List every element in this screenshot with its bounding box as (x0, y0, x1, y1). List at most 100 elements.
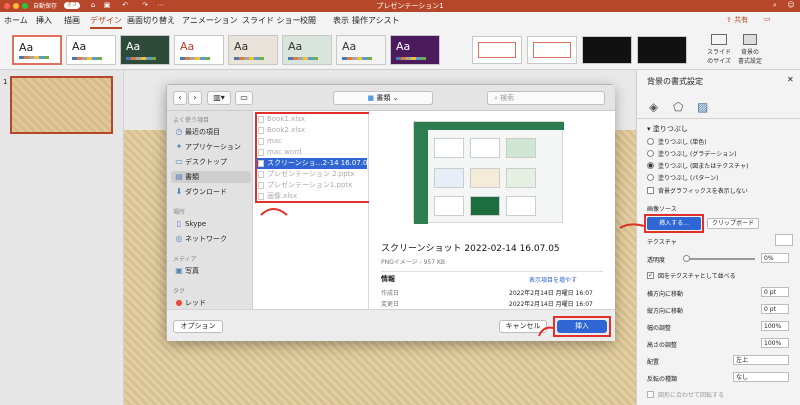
options-button[interactable]: オプション (173, 320, 223, 333)
fill-option-radio-4[interactable] (647, 174, 654, 181)
theme-2[interactable]: Aa (66, 35, 116, 65)
variant-2[interactable] (527, 36, 577, 64)
fill-icon[interactable]: ◈ (649, 100, 658, 114)
scale-y-input[interactable]: 100% (761, 338, 789, 348)
tab-5[interactable]: 画面切り替え (127, 15, 175, 29)
search-icon[interactable]: ⌕ (770, 1, 780, 10)
comment-icon[interactable]: ▭ (764, 15, 771, 23)
info-label: 作成日 (381, 290, 400, 297)
alignment-select[interactable]: 左上 (733, 355, 789, 365)
tab-1[interactable]: ホーム (4, 15, 28, 29)
save-icon[interactable]: ▣ (102, 1, 112, 10)
fill-option-radio-2[interactable] (647, 150, 654, 157)
tab-7[interactable]: スライド ショー (242, 15, 301, 29)
theme-4[interactable]: Aa (174, 35, 224, 65)
picture-icon[interactable]: ▨ (697, 100, 708, 114)
theme-5[interactable]: Aa (228, 35, 278, 65)
tab-2[interactable]: 挿入 (36, 15, 52, 29)
dialog-sidebar: よく使う項目 ◷ 最近の項目 ✦ アプリケーション ▭ デスクトップ ▤ 書類 ⬇ ダウンロード 場所… (167, 111, 253, 322)
fill-section-header[interactable]: ▾ 塗りつぶし (647, 124, 688, 134)
transparency-slider[interactable] (685, 258, 755, 260)
autosave-toggle[interactable]: オフ (64, 2, 80, 9)
tab-9[interactable]: 表示 (333, 15, 349, 29)
sidebar-item-favorites-4[interactable]: ▤ 書類 (171, 171, 251, 183)
tab-6[interactable]: アニメーション (182, 15, 238, 29)
sidebar-item-label: レッド (185, 299, 206, 307)
sidebar-item-label: ネットワーク (185, 235, 227, 243)
tab-8[interactable]: 校閲 (300, 15, 316, 29)
offset-x-input[interactable]: 0 pt (761, 287, 789, 297)
sidebar-item-locations-2[interactable]: ◎ ネットワーク (171, 233, 251, 245)
variant-3[interactable] (582, 36, 632, 64)
theme-6[interactable]: Aa (282, 35, 332, 65)
sidebar-item-tags-1[interactable]: ● レッド (171, 297, 251, 309)
scale-y-label: 高さの調整 (647, 342, 678, 349)
theme-color-bars (72, 57, 102, 60)
hide-bg-graphics-checkbox[interactable] (647, 187, 654, 194)
close-window-button[interactable] (4, 3, 10, 9)
fill-option-label-4: 塗りつぶし (パターン) (658, 175, 719, 182)
variant-4[interactable] (637, 36, 687, 64)
theme-1[interactable]: Aa (12, 35, 62, 65)
sidebar-item-media-1[interactable]: ▣ 写真 (171, 265, 251, 277)
new-folder-icon[interactable]: ▭ (235, 91, 253, 105)
effects-icon[interactable]: ⬠ (673, 100, 683, 114)
tab-4[interactable]: デザイン (90, 15, 122, 29)
divider (381, 271, 603, 272)
download-icon: ⬇ (175, 187, 183, 196)
undo-icon[interactable]: ↶ (120, 1, 130, 10)
sidebar-item-label: 書類 (185, 173, 199, 181)
view-mode-button[interactable]: ▥▾ (207, 91, 231, 105)
fill-option-radio-1[interactable] (647, 138, 654, 145)
document-icon: ▤ (175, 172, 183, 181)
rotate-with-shape-checkbox[interactable] (647, 391, 654, 398)
slide-size-button[interactable]: スライド のサイズ (706, 34, 732, 65)
folder-dropdown[interactable]: ■ 書類 ⌄ (333, 91, 433, 105)
texture-picker[interactable] (775, 234, 793, 246)
tab-10[interactable]: 操作アシスト (352, 15, 400, 29)
tile-checkbox[interactable]: ✓ (647, 272, 654, 279)
theme-3[interactable]: Aa (120, 35, 170, 65)
annotation-arrow (260, 208, 288, 216)
sidebar-item-locations-1[interactable]: ▯ Skype (171, 218, 251, 230)
variant-1[interactable] (472, 36, 522, 64)
sidebar-item-favorites-2[interactable]: ✦ アプリケーション (171, 141, 251, 153)
theme-label: Aa (396, 40, 411, 53)
slide-size-icon (711, 34, 727, 45)
sidebar-item-favorites-5[interactable]: ⬇ ダウンロード (171, 186, 251, 198)
home-icon[interactable]: ⌂ (88, 1, 98, 10)
tab-3[interactable]: 描画 (64, 15, 80, 29)
clipboard-button[interactable]: クリップボード (707, 218, 759, 229)
zoom-window-button[interactable] (22, 3, 28, 9)
transparency-input[interactable]: 0% (761, 253, 789, 263)
sidebar-item-favorites-1[interactable]: ◷ 最近の項目 (171, 126, 251, 138)
offset-y-input[interactable]: 0 pt (761, 304, 789, 314)
slide-thumbnail[interactable] (10, 76, 113, 134)
theme-7[interactable]: Aa (336, 35, 386, 65)
more-icon[interactable]: ⋯ (156, 1, 166, 10)
back-button[interactable]: ‹ (173, 91, 187, 105)
mirror-type-select[interactable]: なし (733, 372, 789, 382)
close-icon[interactable]: ✕ (787, 75, 794, 84)
theme-8[interactable]: Aa (390, 35, 440, 65)
fill-option-label-3: 塗りつぶし (図またはテクスチャ) (658, 163, 749, 170)
redo-icon[interactable]: ↷ (140, 1, 150, 10)
fill-option-radio-3[interactable] (647, 162, 654, 169)
forward-button[interactable]: › (188, 91, 202, 105)
format-background-button[interactable]: 背景の 書式設定 (738, 34, 762, 65)
sidebar-item-favorites-3[interactable]: ▭ デスクトップ (171, 156, 251, 168)
autosave-label: 自動保存 (33, 3, 58, 10)
thumbnail-pane: 1 (0, 70, 124, 405)
share-button[interactable]: ⇪ 共有 (726, 15, 748, 25)
transparency-slider-knob[interactable] (683, 255, 690, 262)
minimize-window-button[interactable] (13, 3, 19, 9)
dialog-toolbar: ‹ › ▥▾ ▭ ■ 書類 ⌄ ⌕ 検索 (167, 85, 615, 111)
preview-image (413, 121, 564, 224)
show-more-link[interactable]: 表示項目を増やす (529, 275, 577, 284)
annotation-arrow (619, 223, 645, 229)
search-field[interactable]: ⌕ 検索 (487, 91, 605, 105)
scale-x-label: 幅の調整 (647, 325, 672, 332)
account-icon[interactable]: ☺ (786, 1, 796, 10)
sidebar-header: 場所 (173, 209, 186, 216)
scale-x-input[interactable]: 100% (761, 321, 789, 331)
